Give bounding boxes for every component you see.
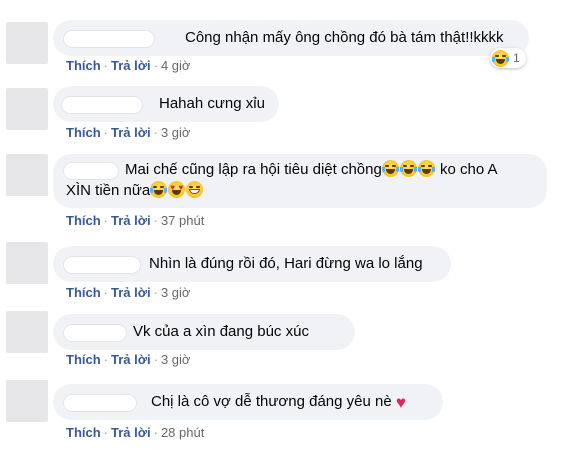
comment-bubble: Hahah cưng xỉu <box>53 86 279 122</box>
comment-bubble: Nhìn là đúng rồi đó, Hari đừng wa lo lắn… <box>53 246 451 282</box>
comment-actions: Thích · Trả lời · 4 giờ <box>66 58 191 73</box>
reply-link[interactable]: Trả lời <box>111 425 151 440</box>
comment-actions: Thích · Trả lời · 3 giờ <box>66 352 191 367</box>
laughing-tears-emoji-icon <box>381 160 399 177</box>
timestamp[interactable]: 3 giờ <box>161 285 191 300</box>
timestamp[interactable]: 3 giờ <box>161 352 191 367</box>
comment-text-line1: Mai chế cũng lập ra hội tiêu diệt chồng … <box>125 160 498 178</box>
comment-text-line2: XÌN tiền nữa ♥ ♥ <box>66 181 204 201</box>
comment-bubble: Vk của a xìn đang búc xúc <box>53 314 355 350</box>
comment-bubble: Công nhận mấy ông chồng đó bà tám thật!!… <box>53 20 529 56</box>
avatar[interactable] <box>6 311 48 353</box>
avatar[interactable] <box>6 22 48 64</box>
comment-actions: Thích · Trả lời · 28 phút <box>66 425 205 440</box>
timestamp[interactable]: 28 phút <box>161 425 204 440</box>
timestamp[interactable]: 37 phút <box>161 213 204 228</box>
reply-link[interactable]: Trả lời <box>111 125 151 140</box>
like-link[interactable]: Thích <box>66 425 101 440</box>
reaction-badge[interactable]: 1 <box>490 48 526 68</box>
reaction-count: 1 <box>513 51 520 65</box>
timestamp[interactable]: 4 giờ <box>161 58 191 73</box>
author-name-blurred[interactable] <box>63 256 141 274</box>
laughing-tears-emoji-icon <box>399 160 417 177</box>
avatar[interactable] <box>6 242 48 284</box>
comment-text: Hahah cưng xỉu <box>159 95 265 112</box>
like-link[interactable]: Thích <box>66 352 101 367</box>
like-link[interactable]: Thích <box>66 213 101 228</box>
avatar[interactable] <box>6 154 48 196</box>
like-link[interactable]: Thích <box>66 125 101 140</box>
reply-link[interactable]: Trả lời <box>111 58 151 73</box>
timestamp[interactable]: 3 giờ <box>161 125 191 140</box>
heart-eyes-emoji-icon: ♥ ♥ <box>168 181 186 198</box>
author-name-blurred[interactable] <box>63 324 127 342</box>
avatar[interactable] <box>6 88 48 130</box>
author-name-blurred[interactable] <box>61 96 143 114</box>
comment-actions: Thích · Trả lời · 3 giờ <box>66 125 191 140</box>
comment-bubble: Chị là cô vợ dễ thương đáng yêu nè ♥ <box>53 384 443 420</box>
comment-actions: Thích · Trả lời · 3 giờ <box>66 285 191 300</box>
laughing-tears-emoji-icon <box>150 181 168 198</box>
author-name-blurred[interactable] <box>63 394 137 412</box>
laughing-tears-emoji-icon <box>492 49 509 67</box>
comment-bubble: Mai chế cũng lập ra hội tiêu diệt chồng … <box>53 154 547 208</box>
comment-text: Công nhận mấy ông chồng đó bà tám thật!!… <box>185 29 504 46</box>
avatar[interactable] <box>6 380 48 422</box>
red-heart-emoji-icon: ♥ <box>395 393 406 412</box>
author-name-blurred[interactable] <box>63 162 119 180</box>
comment-text: Chị là cô vợ dễ thương đáng yêu nè ♥ <box>151 393 406 412</box>
comment-text: Nhìn là đúng rồi đó, Hari đừng wa lo lắn… <box>149 255 423 272</box>
reply-link[interactable]: Trả lời <box>111 352 151 367</box>
reply-link[interactable]: Trả lời <box>111 285 151 300</box>
grinning-emoji-icon <box>186 181 204 198</box>
reply-link[interactable]: Trả lời <box>111 213 151 228</box>
comment-actions: Thích · Trả lời · 37 phút <box>66 213 205 228</box>
laughing-tears-emoji-icon <box>417 160 435 177</box>
like-link[interactable]: Thích <box>66 58 101 73</box>
like-link[interactable]: Thích <box>66 285 101 300</box>
author-name-blurred[interactable] <box>63 30 155 48</box>
comment-text: Vk của a xìn đang búc xúc <box>133 323 309 340</box>
